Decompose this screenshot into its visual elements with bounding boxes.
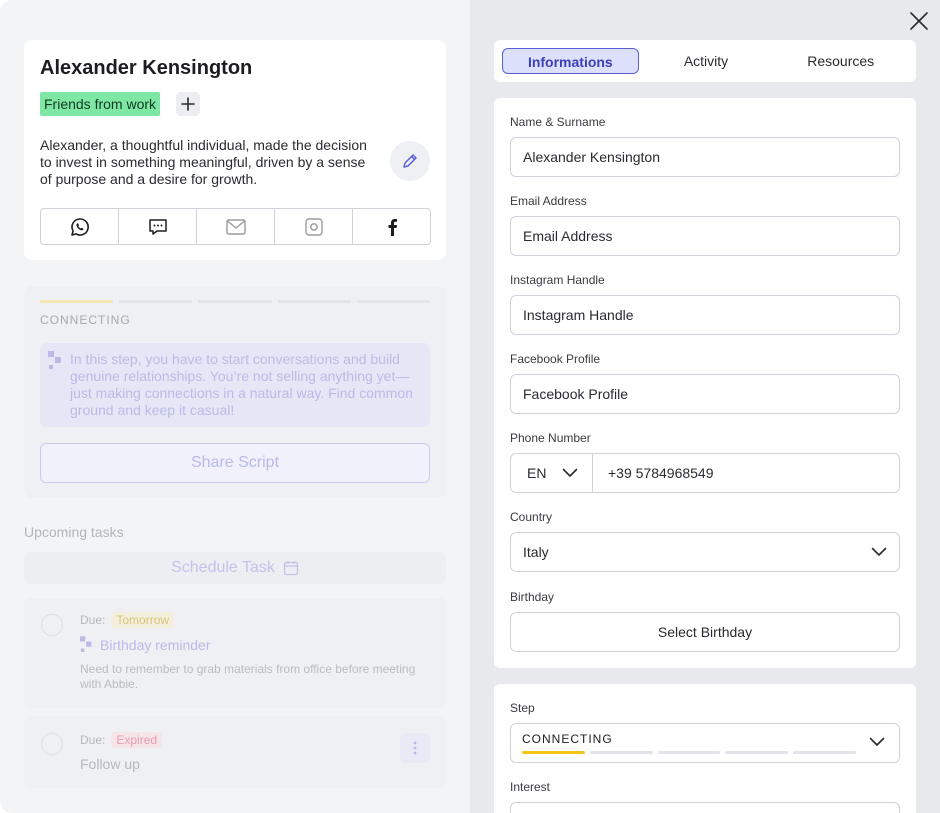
phone-number-input[interactable]: +39 5784968549 xyxy=(593,454,714,492)
facebook-button[interactable] xyxy=(353,209,430,244)
instagram-icon xyxy=(304,217,323,236)
more-vertical-icon xyxy=(413,741,417,755)
due-badge: Tomorrow xyxy=(111,612,175,628)
country-label: Country xyxy=(510,510,553,524)
phone-country-code-select[interactable]: EN xyxy=(511,454,593,492)
contact-name: Alexander Kensington xyxy=(40,57,253,79)
step-field-label: Step xyxy=(510,701,535,715)
tab-resources[interactable]: Resources xyxy=(773,48,908,74)
tab-activity[interactable]: Activity xyxy=(639,48,774,74)
mail-icon xyxy=(225,218,246,235)
step-info-text: In this step, you have to start conversa… xyxy=(70,351,413,418)
name-field[interactable]: Alexander Kensington xyxy=(510,137,900,177)
name-label: Name & Surname xyxy=(510,115,606,129)
add-tag-button[interactable] xyxy=(176,92,200,116)
step-progress xyxy=(40,300,431,303)
phone-code-value: EN xyxy=(527,465,547,481)
country-select[interactable]: Italy xyxy=(510,532,900,572)
select-birthday-button[interactable]: Select Birthday xyxy=(510,612,900,652)
task-menu-button[interactable] xyxy=(400,733,430,763)
birthday-label: Birthday xyxy=(510,590,555,604)
due-label: Due: xyxy=(80,733,106,747)
whatsapp-icon xyxy=(70,217,89,236)
task-description: Need to remember to grab materials from … xyxy=(80,662,416,691)
task-title: Birthday reminder xyxy=(80,636,211,654)
step-select-progress xyxy=(522,751,856,754)
step-card: CONNECTING In this step, you have to sta… xyxy=(24,286,446,498)
message-icon xyxy=(148,218,167,235)
contact-info-form: Name & Surname Alexander Kensington Emai… xyxy=(494,98,916,668)
email-label: Email Address xyxy=(510,194,587,208)
share-script-button[interactable]: Share Script xyxy=(40,443,430,483)
facebook-label: Facebook Profile xyxy=(510,352,601,366)
phone-label: Phone Number xyxy=(510,431,591,445)
schedule-task-label: Schedule Task xyxy=(171,559,275,576)
interest-field[interactable] xyxy=(510,802,900,813)
close-icon xyxy=(910,12,928,30)
phone-field: EN +39 5784968549 xyxy=(510,453,900,493)
facebook-icon xyxy=(388,218,397,236)
calendar-icon xyxy=(283,561,299,576)
step-select-value: CONNECTING xyxy=(522,732,613,746)
contact-details-pane: Informations Activity Resources Name & S… xyxy=(470,0,940,813)
task-complete-checkbox[interactable] xyxy=(41,733,63,755)
due-label: Due: xyxy=(80,613,106,627)
mail-button[interactable] xyxy=(197,209,275,244)
whatsapp-button[interactable] xyxy=(41,209,119,244)
detail-tabs: Informations Activity Resources xyxy=(494,40,916,82)
chevron-down-icon xyxy=(871,547,887,556)
contact-card: Alexander Kensington Friends from work A… xyxy=(24,40,446,260)
instagram-field[interactable]: Instagram Handle xyxy=(510,295,900,335)
chevron-down-icon xyxy=(562,468,578,477)
contact-summary-pane: Alexander Kensington Friends from work A… xyxy=(0,0,470,813)
message-button[interactable] xyxy=(119,209,197,244)
task-due: Due: Expired xyxy=(80,732,163,748)
instagram-label: Instagram Handle xyxy=(510,273,605,287)
flow-icon xyxy=(80,636,92,652)
edit-contact-button[interactable] xyxy=(390,141,430,181)
task-item[interactable]: Due: Tomorrow Birthday reminder Need to … xyxy=(24,598,446,708)
email-field[interactable]: Email Address xyxy=(510,216,900,256)
task-title: Follow up xyxy=(80,756,140,772)
task-complete-checkbox[interactable] xyxy=(41,614,63,636)
task-title-text: Birthday reminder xyxy=(100,637,211,653)
task-due: Due: Tomorrow xyxy=(80,612,175,628)
contact-bio: Alexander, a thoughtful individual, made… xyxy=(40,137,367,187)
flow-icon xyxy=(48,351,61,369)
instagram-button[interactable] xyxy=(275,209,353,244)
plus-icon xyxy=(181,97,195,111)
pencil-icon xyxy=(403,154,417,168)
schedule-task-button[interactable]: Schedule Task xyxy=(24,552,446,584)
facebook-field[interactable]: Facebook Profile xyxy=(510,374,900,414)
contact-tag[interactable]: Friends from work xyxy=(40,92,161,116)
task-item[interactable]: Due: Expired Follow up xyxy=(24,716,446,788)
step-form-card: Step CONNECTING Interest xyxy=(494,684,916,813)
country-value: Italy xyxy=(523,544,549,560)
chevron-down-icon xyxy=(869,737,885,746)
upcoming-tasks-title: Upcoming tasks xyxy=(24,524,124,540)
tab-informations[interactable]: Informations xyxy=(502,48,639,74)
close-button[interactable] xyxy=(908,10,930,32)
step-label: CONNECTING xyxy=(40,313,131,327)
step-select[interactable]: CONNECTING xyxy=(510,723,900,763)
due-badge: Expired xyxy=(111,732,163,748)
task-title-text: Follow up xyxy=(80,756,140,772)
interest-label: Interest xyxy=(510,780,551,794)
step-info-box: In this step, you have to start conversa… xyxy=(40,343,430,427)
social-links xyxy=(40,208,431,245)
